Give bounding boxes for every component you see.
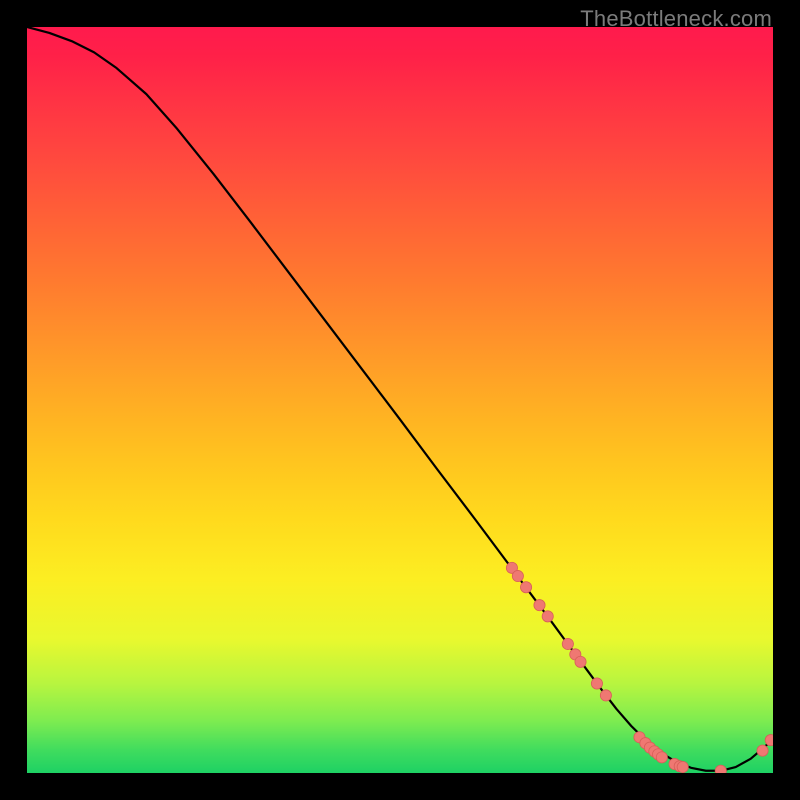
data-marker (575, 656, 586, 667)
data-marker (534, 600, 545, 611)
data-marker (677, 761, 688, 772)
data-marker (591, 678, 602, 689)
data-marker (520, 582, 531, 593)
data-marker (512, 570, 523, 581)
curve-overlay (27, 27, 773, 773)
data-marker (757, 745, 768, 756)
data-marker (656, 752, 667, 763)
data-marker (715, 765, 726, 773)
data-marker (542, 611, 553, 622)
bottleneck-curve (27, 27, 773, 771)
data-marker (765, 735, 773, 746)
data-markers (506, 562, 773, 773)
chart-frame: TheBottleneck.com (0, 0, 800, 800)
data-marker (600, 690, 611, 701)
data-marker (562, 638, 573, 649)
